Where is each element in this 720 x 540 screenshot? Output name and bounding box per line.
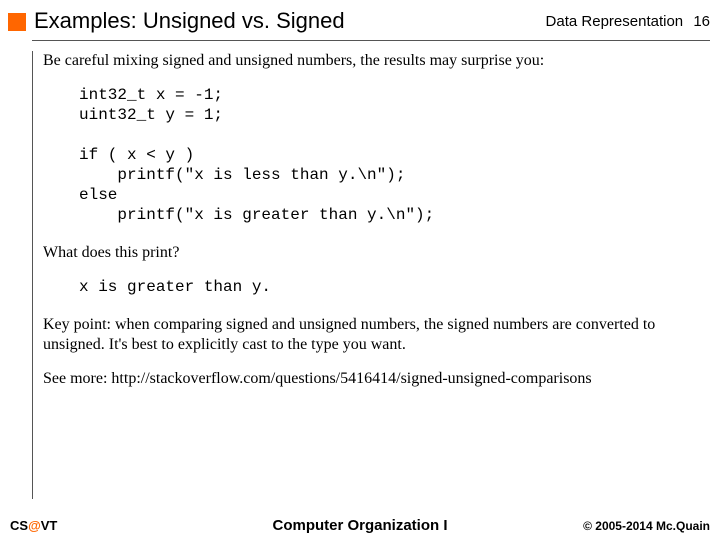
code-output: x is greater than y. [79, 277, 710, 297]
code-example: int32_t x = -1; uint32_t y = 1; if ( x <… [79, 85, 710, 225]
slide-header: Examples: Unsigned vs. Signed Data Repre… [0, 0, 720, 36]
footer-at: @ [28, 518, 41, 533]
footer-left: CS@VT [10, 518, 210, 533]
footer-center: Computer Organization I [210, 517, 510, 534]
page-number: 16 [693, 13, 710, 30]
bullet-icon [8, 13, 26, 31]
seemore-text: See more: http://stackoverflow.com/quest… [43, 369, 710, 389]
section-name: Data Representation [546, 13, 684, 30]
intro-text: Be careful mixing signed and unsigned nu… [43, 51, 710, 71]
question-text: What does this print? [43, 243, 710, 263]
slide-title: Examples: Unsigned vs. Signed [34, 8, 546, 34]
slide-body: Be careful mixing signed and unsigned nu… [32, 51, 710, 499]
keypoint-text: Key point: when comparing signed and uns… [43, 315, 710, 355]
footer-cs: CS [10, 518, 28, 533]
footer-copyright: © 2005-2014 Mc.Quain [510, 519, 710, 533]
header-rule [32, 40, 710, 41]
slide-footer: CS@VT Computer Organization I © 2005-201… [0, 517, 720, 534]
section-label: Data Representation 16 [546, 13, 710, 30]
footer-vt: VT [41, 518, 58, 533]
